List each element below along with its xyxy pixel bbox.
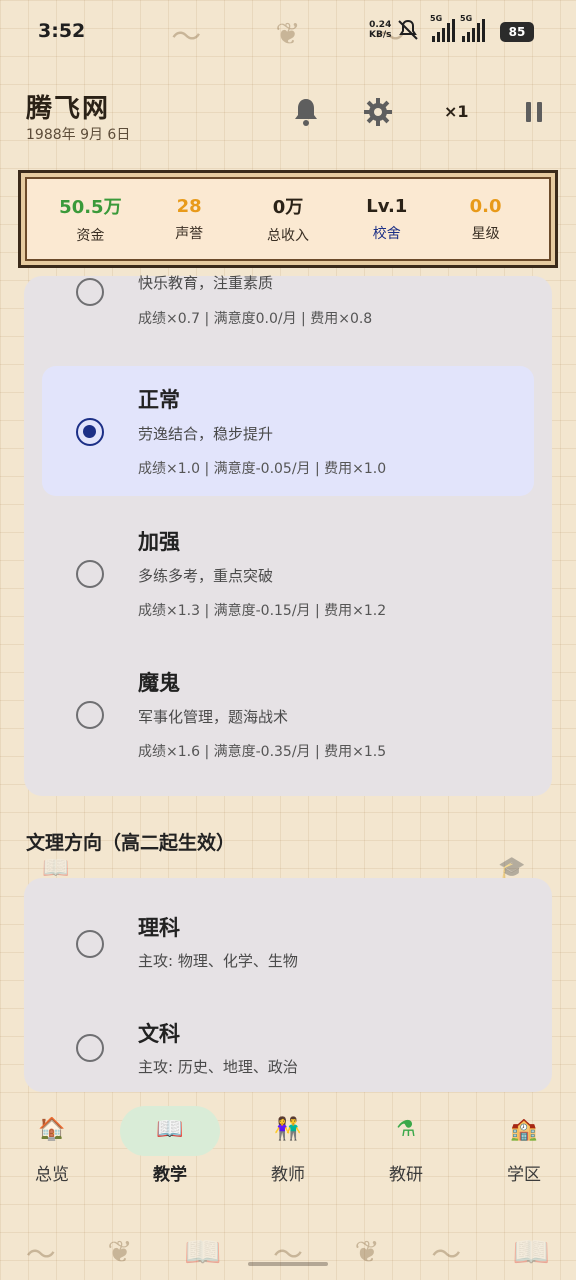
- decorative-border-bottom: 〜 ❦ 📖 〜 ❦ 〜 📖: [25, 1234, 551, 1274]
- radio-button[interactable]: [76, 418, 104, 446]
- option-stats: 成绩×1.3 | 满意度-0.15/月 | 费用×1.2: [138, 603, 387, 619]
- nav-label: 教师: [271, 1165, 305, 1185]
- option-stats: 成绩×1.6 | 满意度-0.35/月 | 费用×1.5: [138, 744, 387, 760]
- radio-button[interactable]: [76, 560, 104, 588]
- radio-button[interactable]: [76, 701, 104, 729]
- battery-indicator: 85: [500, 22, 534, 42]
- stat-value: Lv.1: [366, 195, 408, 217]
- option-title: 正常: [138, 388, 180, 412]
- track-card: 理科 主攻: 物理、化学、生物 文科 主攻: 历史、地理、政治: [24, 878, 552, 1092]
- flask-icon: ⚗: [396, 1117, 416, 1142]
- notification-bell-icon[interactable]: [290, 96, 322, 128]
- option-title: 文科: [138, 1022, 180, 1046]
- radio-button[interactable]: [76, 930, 104, 958]
- stat-value: 28: [176, 195, 202, 217]
- nav-item-research[interactable]: ⚗ 教研: [356, 1098, 456, 1185]
- stat-item: 0.0 星级: [446, 196, 526, 243]
- bottom-navigation: 🏠 总览 📖 教学 👫 教师 ⚗ 教研 🏫 学区: [0, 1098, 576, 1198]
- option-description: 多练多考，重点突破: [138, 567, 274, 585]
- option-title: 魔鬼: [138, 671, 180, 695]
- network-speed: 0.24 KB/s: [369, 20, 392, 40]
- stat-value: 0.0: [469, 195, 502, 217]
- section-title-track: 文理方向（高二起生效）: [26, 832, 236, 854]
- decorative-border-top: 〜 ❦ 〜: [171, 16, 405, 56]
- nav-item-teachers[interactable]: 👫 教师: [238, 1098, 338, 1185]
- stat-item: 50.5万资金: [50, 193, 130, 245]
- intensity-option-normal[interactable]: 正常 劳逸结合，稳步提升 成绩×1.0 | 满意度-0.05/月 | 费用×1.…: [42, 366, 534, 496]
- teachers-icon: 👫: [274, 1117, 302, 1142]
- track-option-liberal-arts[interactable]: 文科 主攻: 历史、地理、政治: [42, 994, 534, 1090]
- settings-gear-icon[interactable]: [362, 96, 394, 128]
- pause-icon[interactable]: [518, 96, 550, 128]
- stat-item: 28 声誉: [149, 196, 229, 243]
- stat-item: Lv.1 校舍: [347, 196, 427, 243]
- nav-label: 学区: [507, 1165, 541, 1185]
- nav-item-overview[interactable]: 🏠 总览: [2, 1098, 102, 1185]
- option-description: 军事化管理，题海战术: [138, 708, 289, 726]
- mute-icon: [396, 18, 420, 42]
- stat-value: 0万: [272, 197, 304, 218]
- school-name: 腾飞网: [26, 94, 111, 124]
- nav-label: 总览: [35, 1165, 69, 1185]
- radio-button[interactable]: [76, 1034, 104, 1062]
- gesture-bar[interactable]: [248, 1262, 328, 1266]
- option-description: 快乐教育，注重素质: [138, 274, 274, 292]
- open-book-icon: 📖: [156, 1117, 184, 1142]
- intensity-option-happy[interactable]: 快乐教育，注重素质 成绩×0.7 | 满意度0.0/月 | 费用×0.8: [42, 266, 534, 346]
- stat-label: 资金: [76, 228, 105, 244]
- nav-label: 教研: [389, 1165, 423, 1185]
- stats-panel: 50.5万资金 28 声誉 0万总收入 Lv.1 校舍 0.0 星级: [18, 170, 558, 268]
- teaching-intensity-card: 快乐教育，注重素质 成绩×0.7 | 满意度0.0/月 | 费用×0.8 正常 …: [24, 274, 552, 796]
- stat-value: 50.5万: [59, 197, 122, 218]
- option-description: 主攻: 物理、化学、生物: [138, 952, 298, 970]
- signal-sim1-icon: 5G: [430, 14, 455, 42]
- signal-sim2-icon: 5G: [460, 14, 485, 42]
- option-title: 理科: [138, 916, 180, 940]
- game-speed-button[interactable]: ×1: [444, 102, 469, 121]
- option-title: 加强: [138, 530, 180, 554]
- intensity-option-devil[interactable]: 魔鬼 军事化管理，题海战术 成绩×1.6 | 满意度-0.35/月 | 费用×1…: [42, 649, 534, 779]
- intensity-option-intensive[interactable]: 加强 多练多考，重点突破 成绩×1.3 | 满意度-0.15/月 | 费用×1.…: [42, 508, 534, 638]
- stat-label: 声誉: [175, 225, 204, 242]
- nav-item-district[interactable]: 🏫 学区: [474, 1098, 574, 1185]
- stat-item: 0万总收入: [248, 193, 328, 245]
- option-stats: 成绩×0.7 | 满意度0.0/月 | 费用×0.8: [138, 311, 373, 327]
- option-stats: 成绩×1.0 | 满意度-0.05/月 | 费用×1.0: [138, 461, 387, 477]
- stat-label: 总收入: [266, 228, 309, 244]
- school-building-icon: 🏫: [510, 1117, 538, 1142]
- stat-label: 星级: [471, 225, 500, 242]
- status-time: 3:52: [38, 20, 86, 42]
- school-house-icon: 🏠: [38, 1117, 66, 1142]
- nav-label: 教学: [153, 1165, 187, 1185]
- option-description: 主攻: 历史、地理、政治: [138, 1058, 298, 1076]
- radio-button[interactable]: [76, 278, 104, 306]
- stat-label: 校舍: [372, 225, 401, 242]
- nav-item-teaching[interactable]: 📖 教学: [120, 1098, 220, 1185]
- track-option-science[interactable]: 理科 主攻: 物理、化学、生物: [42, 888, 534, 984]
- option-description: 劳逸结合，稳步提升: [138, 425, 274, 443]
- game-date: 1988年 9月 6日: [26, 127, 131, 143]
